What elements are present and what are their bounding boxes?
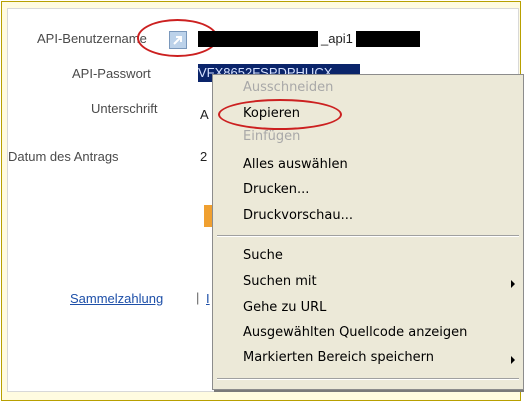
date-label: Datum des Antrags (8, 149, 119, 164)
username-suffix: _api1 (321, 31, 353, 46)
menu-item-search[interactable]: Suche (243, 245, 283, 267)
redacted-username (198, 31, 318, 47)
link-separator: | (196, 290, 200, 305)
submenu-arrow-icon (511, 280, 515, 288)
menu-item-print[interactable]: Drucken... (243, 179, 309, 201)
menu-item-save-selection[interactable]: Markierten Bereich speichern (243, 347, 434, 369)
menu-separator (217, 235, 519, 237)
menu-item-cut[interactable]: Ausschneiden (243, 77, 333, 99)
signature-value[interactable]: A (200, 107, 209, 122)
signature-label: Unterschrift (91, 101, 158, 116)
highlight-circle-icon (218, 99, 342, 130)
submenu-arrow-icon (511, 356, 515, 364)
password-label: API-Passwort (72, 66, 151, 81)
menu-item-select-all[interactable]: Alles auswählen (243, 154, 348, 176)
date-value: 2 (200, 149, 208, 164)
menu-item-print-preview[interactable]: Druckvorschau... (243, 205, 353, 227)
redacted-username-tail (356, 31, 420, 47)
menu-item-search-with[interactable]: Suchen mit (243, 271, 317, 293)
menu-item-go-to-url[interactable]: Gehe zu URL (243, 297, 326, 319)
menu-separator (217, 378, 519, 380)
menu-item-view-source[interactable]: Ausgewählten Quellcode anzeigen (243, 322, 467, 344)
next-link[interactable]: I (206, 291, 210, 306)
bulk-payment-link[interactable]: Sammelzahlung (70, 291, 163, 306)
username-label: API-Benutzername (37, 31, 147, 46)
submit-button[interactable] (204, 205, 212, 227)
